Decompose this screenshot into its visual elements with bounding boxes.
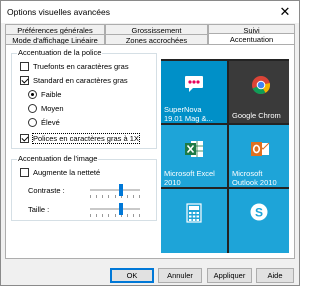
tile-chrome: Google Chrom: [229, 61, 289, 123]
apply-label: Appliquer: [213, 271, 246, 280]
apply-button[interactable]: Appliquer: [207, 268, 252, 283]
weight-medium-label: Moyen: [41, 104, 64, 113]
excel-icon: [185, 141, 203, 157]
tile-excel: Microsoft Excel 2010: [161, 125, 227, 187]
slider-tick: [133, 214, 134, 217]
standard-checkbox-box[interactable]: [20, 76, 29, 85]
slider-tick: [139, 214, 140, 217]
cancel-label: Annuler: [167, 271, 193, 280]
slider-tick: [90, 214, 91, 217]
contrast-slider[interactable]: [90, 184, 140, 198]
tile-chrome-label: Google Chrom: [232, 111, 281, 120]
chrome-icon: [252, 76, 271, 95]
slider-tick: [96, 195, 97, 198]
help-label: Aide: [267, 271, 283, 280]
weight-high-label: Élevé: [41, 118, 60, 127]
slider-tick: [115, 195, 116, 198]
tile-skype: S: [229, 189, 289, 253]
size-label: Taille :: [28, 205, 50, 214]
bold-1x-label: Polices en caractères gras à 1X: [32, 133, 140, 144]
truefonts-label: Truefonts en caractères gras: [33, 62, 129, 71]
weight-high-radio-circle[interactable]: [28, 118, 37, 127]
slider-tick: [90, 195, 91, 198]
skype-icon: S: [250, 203, 268, 221]
options-dialog: Options visuelles avancées ✕ Préférences…: [0, 0, 300, 286]
font-group-title: Accentuation de la police: [17, 48, 103, 57]
tile-excel-label-1: Microsoft Excel: [164, 169, 215, 178]
contrast-label: Contraste :: [28, 186, 65, 195]
close-icon[interactable]: ✕: [277, 4, 293, 20]
slider-tick: [127, 195, 128, 198]
outlook-icon: [251, 142, 270, 156]
sharpness-checkbox-box[interactable]: [20, 168, 29, 177]
font-accentuation-group: Accentuation de la police Truefonts en c…: [11, 48, 157, 149]
slider-tick: [108, 195, 109, 198]
slider-tick: [139, 195, 140, 198]
weight-medium-radio[interactable]: Moyen: [28, 104, 64, 113]
weight-low-label: Faible: [41, 90, 62, 99]
contrast-slider-thumb[interactable]: [119, 184, 123, 196]
weight-medium-radio-circle[interactable]: [28, 104, 37, 113]
size-slider[interactable]: [90, 203, 140, 217]
bold-1x-checkbox-box[interactable]: [20, 134, 29, 143]
cancel-button[interactable]: Annuler: [158, 268, 202, 283]
weight-low-radio-circle[interactable]: [28, 90, 37, 99]
contrast-ticks: [90, 195, 140, 198]
calculator-icon: [186, 203, 202, 223]
svg-text:S: S: [255, 205, 263, 219]
ok-label: OK: [126, 271, 138, 280]
standard-label: Standard en caractères gras: [33, 76, 128, 85]
tile-supernova: SuperNova 19.01 Mag &...: [161, 61, 227, 123]
preview-pane: SuperNova 19.01 Mag &... Google Chrom Mi…: [161, 59, 289, 253]
size-slider-thumb[interactable]: [119, 203, 123, 215]
title-bar: Options visuelles avancées ✕: [1, 1, 299, 23]
supernova-icon: [185, 76, 203, 92]
tile-excel-label-2: 2010: [164, 178, 181, 187]
truefonts-bold-checkbox[interactable]: Truefonts en caractères gras: [20, 62, 129, 71]
image-group-title: Accentuation de l'image: [17, 154, 99, 163]
slider-tick: [102, 195, 103, 198]
truefonts-checkbox-box[interactable]: [20, 62, 29, 71]
ok-button[interactable]: OK: [110, 268, 154, 283]
slider-tick: [102, 214, 103, 217]
help-button[interactable]: Aide: [256, 268, 294, 283]
window-title: Options visuelles avancées: [7, 7, 111, 17]
tile-outlook-label-2: Outlook 2010: [232, 178, 277, 187]
bold-fonts-1x-checkbox[interactable]: Polices en caractères gras à 1X: [20, 133, 140, 144]
standard-bold-checkbox[interactable]: Standard en caractères gras: [20, 76, 128, 85]
slider-tick: [96, 214, 97, 217]
slider-tick: [133, 195, 134, 198]
tile-supernova-label-2: 19.01 Mag &...: [164, 114, 213, 123]
tile-calculator: [161, 189, 227, 253]
image-accentuation-group: Accentuation de l'image Augmente la nett…: [11, 154, 157, 221]
slider-tick: [108, 214, 109, 217]
size-ticks: [90, 214, 140, 217]
slider-tick: [115, 214, 116, 217]
tile-outlook-label-1: Microsoft: [232, 169, 263, 178]
weight-high-radio[interactable]: Élevé: [28, 118, 60, 127]
tile-supernova-label-1: SuperNova: [164, 105, 202, 114]
slider-tick: [127, 214, 128, 217]
sharpness-checkbox[interactable]: Augmente la netteté: [20, 168, 100, 177]
sharpness-label: Augmente la netteté: [33, 168, 101, 177]
tile-outlook: Microsoft Outlook 2010: [229, 125, 289, 187]
weight-low-radio[interactable]: Faible: [28, 90, 61, 99]
